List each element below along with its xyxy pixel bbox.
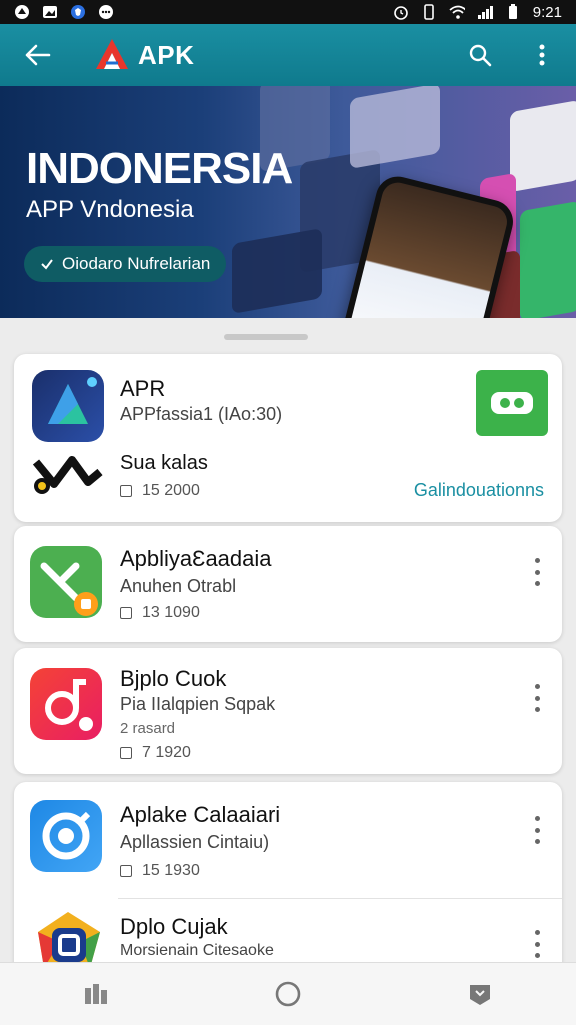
app-meta-text: 7 1920 [142, 744, 191, 761]
apk-logo-icon [96, 39, 128, 69]
banner-tile [510, 99, 576, 193]
install-button[interactable] [476, 370, 548, 436]
app-subtitle: Pia IIalqpien Sqpak [120, 694, 276, 714]
more-vert-icon[interactable] [532, 816, 542, 844]
app-name: Dplo Cujak [120, 914, 228, 939]
gallery-icon [42, 4, 58, 20]
publisher-logo-icon [32, 456, 103, 494]
arrow-left-icon [25, 44, 51, 66]
alarm-icon [393, 4, 409, 20]
hero-chip-label: Oiodaro Nufrelarian [62, 254, 211, 273]
back-nav-icon [470, 985, 490, 1005]
battery-icon [505, 4, 521, 20]
app-subtitle: Anuhen Otrabl [120, 576, 237, 596]
chat-icon [98, 4, 114, 20]
signal-icon [477, 4, 493, 20]
app-card[interactable]: Bjplo Cuok Pia IIalqpien Sqpak 2 rasard … [14, 648, 562, 774]
app-icon [30, 546, 102, 618]
checkbox-icon [120, 607, 132, 619]
app-meta: 15 1930 [120, 862, 200, 880]
status-time: 9:21 [532, 3, 562, 21]
more-vert-icon[interactable] [532, 930, 542, 958]
more-vert-icon[interactable] [532, 684, 542, 712]
app-name: Bjplo Cuok [120, 666, 227, 691]
back-button[interactable] [18, 35, 58, 75]
status-bar: 9:21 [0, 0, 576, 24]
app-extra-title: Sua kalas [120, 452, 208, 474]
hero-chip-button[interactable]: Oiodaro Nufrelarian [24, 246, 227, 282]
app-subtitle: APPfassia1 (IAo:30) [120, 404, 283, 424]
check-icon [41, 259, 53, 270]
banner-tile [232, 228, 322, 314]
app-meta-text: 15 1930 [142, 862, 200, 879]
system-nav-bar [0, 962, 576, 1025]
banner-tile [350, 86, 440, 169]
app-name: APR [120, 376, 166, 401]
hero-title: INDONERSIA [26, 144, 293, 193]
app-card[interactable]: APR APPfassia1 (IAo:30) Sua kalas 15 200… [14, 354, 562, 522]
vr-headset-icon [491, 392, 533, 414]
app-meta: 13 1090 [120, 604, 200, 622]
app-meta: 7 1920 [120, 744, 191, 762]
home-icon [275, 981, 301, 1007]
details-link[interactable]: Galindouationns [414, 480, 544, 501]
app-icon [32, 370, 104, 442]
app-icon [30, 668, 102, 740]
checkbox-icon [120, 485, 132, 497]
app-subtitle: Apllassien Cintaiu) [120, 832, 270, 852]
app-meta-text: 15 2000 [142, 482, 200, 499]
app-meta: 15 2000 [120, 482, 200, 500]
app-subtitle: Morsienain Citesaoke [120, 942, 274, 959]
checkbox-icon [120, 865, 132, 877]
app-card[interactable]: ApbliyaƐaadaia Anuhen Otrabl 13 1090 [14, 526, 562, 642]
app-bar: APK [0, 24, 576, 86]
app-card[interactable]: Aplake Calaaiari Apllassien Cintaiu) 15 … [14, 782, 562, 982]
more-vert-icon[interactable] [532, 558, 542, 586]
app-icon [30, 800, 102, 872]
brand: APK [94, 37, 194, 73]
shield-icon [70, 4, 86, 20]
recents-button[interactable] [76, 974, 116, 1014]
wifi-icon [449, 4, 465, 20]
sheet-drag-handle[interactable] [224, 334, 308, 340]
app-meta-text: 13 1090 [142, 604, 200, 621]
app-name: ApbliyaƐaadaia [120, 546, 272, 571]
home-button[interactable] [268, 974, 308, 1014]
hero-banner[interactable]: INDONERSIA APP Vndonesia Oiodaro Nufrela… [0, 86, 576, 318]
search-button[interactable] [464, 39, 496, 71]
search-icon [469, 44, 492, 67]
app-detail: 2 rasard [120, 720, 176, 737]
banner-tile [520, 200, 576, 318]
hero-subtitle: APP Vndonesia [26, 196, 194, 223]
recents-icon [85, 984, 107, 1004]
back-nav-button[interactable] [460, 974, 500, 1014]
divider [118, 898, 562, 899]
vibrate-icon [421, 4, 437, 20]
notification-icon [14, 4, 30, 20]
checkbox-icon [120, 747, 132, 759]
app-title: APK [138, 39, 195, 70]
more-vert-icon [539, 44, 545, 66]
app-name: Aplake Calaaiari [120, 802, 281, 827]
overflow-menu-button[interactable] [526, 39, 558, 71]
